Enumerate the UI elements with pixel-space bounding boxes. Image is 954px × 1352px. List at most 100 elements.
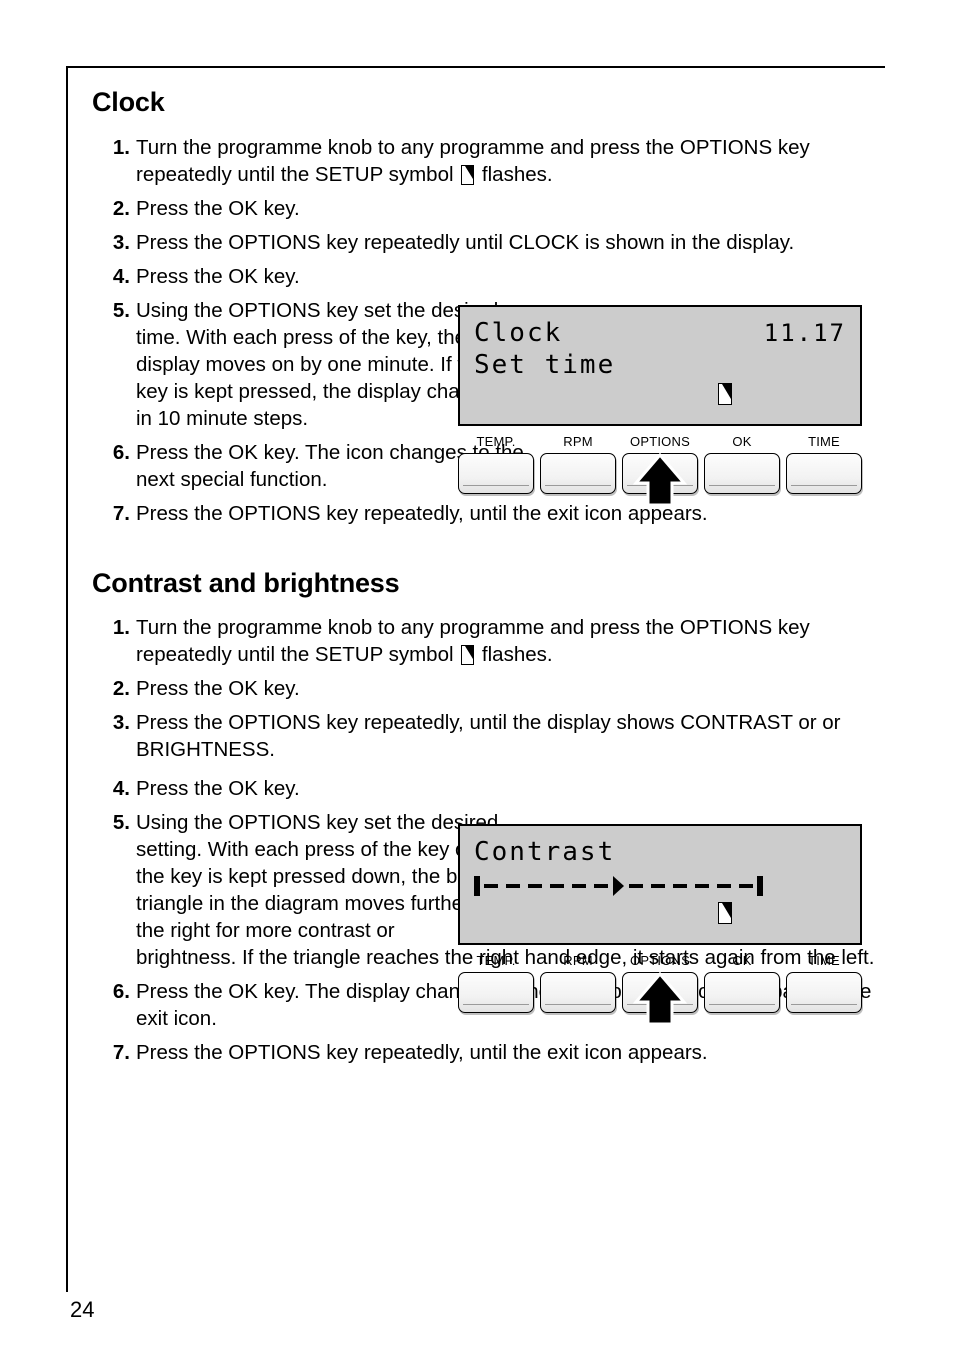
setup-icon <box>718 383 732 405</box>
page-title-contrast: Contrast and brightness <box>92 567 400 598</box>
step-text: Using the OPTIONS key set the desired ti… <box>136 298 505 430</box>
list-item: 4. Press the OK key. <box>92 775 882 802</box>
button-label-rpm: RPM <box>563 434 593 449</box>
button-cell-options: OPTIONS <box>622 953 698 1026</box>
button-label-temp: TEMP. <box>476 953 516 968</box>
step-number: 3. <box>112 711 130 735</box>
step-number: 1. <box>112 135 130 159</box>
page-number: 24 <box>70 1297 95 1322</box>
ok-button[interactable] <box>704 453 780 494</box>
button-label-time: TIME <box>808 434 840 449</box>
lcd-value-time: 11.17 <box>763 319 846 347</box>
step-number: 3. <box>112 230 130 254</box>
button-label-temp: TEMP. <box>476 434 516 449</box>
slider-dash <box>484 884 498 888</box>
button-label-rpm: RPM <box>563 953 593 968</box>
rpm-button[interactable] <box>540 453 616 494</box>
slider-dash <box>739 884 753 888</box>
step-number: 7. <box>112 501 130 525</box>
time-button[interactable] <box>786 972 862 1013</box>
temp-button[interactable] <box>458 972 534 1013</box>
step-number: 2. <box>112 677 130 701</box>
lcd-display-clock: Clock 11.17 Set time <box>458 305 862 426</box>
button-cell-time: TIME <box>786 953 862 1013</box>
button-label-ok: OK <box>732 434 752 449</box>
list-item: 1. Turn the programme knob to any progra… <box>92 134 882 188</box>
slider-right-endcap <box>757 876 763 896</box>
step-text: Press the OK key. <box>136 677 300 701</box>
step-number: 4. <box>112 264 130 288</box>
ok-button[interactable] <box>704 972 780 1013</box>
list-item: 2. Press the OK key. <box>92 195 882 222</box>
list-item: 2. Press the OK key. <box>92 675 882 702</box>
slider-dash <box>550 884 564 888</box>
contrast-device-illustration: Contrast TEMP. RPM OPTIONS OK TIME <box>458 824 862 1026</box>
step-number: 5. <box>112 811 130 835</box>
step-number: 1. <box>112 616 130 640</box>
step-text: Press the OK key. <box>136 264 300 288</box>
temp-button[interactable] <box>458 453 534 494</box>
button-label-options: OPTIONS <box>630 953 690 968</box>
list-item: 3. Press the OPTIONS key repeatedly, unt… <box>92 709 882 763</box>
lcd-setup-icon-slot <box>718 902 732 928</box>
slider-dash <box>651 884 665 888</box>
step-number: 2. <box>112 196 130 220</box>
step-text: Press the OPTIONS key repeatedly, until … <box>136 501 708 525</box>
lcd-label-set-time: Set time <box>474 350 616 380</box>
lcd-display-contrast: Contrast <box>458 824 862 945</box>
slider-triangle-marker <box>613 876 624 896</box>
page-top-rule <box>66 66 885 68</box>
page-title-clock: Clock <box>92 87 165 117</box>
lcd-label-contrast: Contrast <box>474 837 616 867</box>
step-text: Using the OPTIONS key set the desired se… <box>136 811 499 943</box>
step-text: Press the OK key. <box>136 777 300 801</box>
button-cell-temp: TEMP. <box>458 953 534 1013</box>
setup-icon <box>718 902 732 924</box>
button-cell-ok: OK <box>704 434 780 494</box>
time-button[interactable] <box>786 453 862 494</box>
step-text-after: flashes. <box>476 162 553 186</box>
step-text: Press the OPTIONS key repeatedly, until … <box>136 1041 708 1065</box>
button-cell-options: OPTIONS <box>622 434 698 507</box>
control-panel-buttons-contrast: TEMP. RPM OPTIONS OK TIME <box>458 953 862 1026</box>
contrast-slider-diagram <box>474 874 846 898</box>
button-label-ok: OK <box>732 953 752 968</box>
lcd-row-1: Clock 11.17 <box>474 317 846 349</box>
clock-device-illustration: Clock 11.17 Set time TEMP. RPM OPTIONS O… <box>458 305 862 507</box>
button-cell-temp: TEMP. <box>458 434 534 494</box>
options-button[interactable] <box>622 453 698 494</box>
lcd-label-clock: Clock <box>474 318 563 348</box>
step-text: Press the OPTIONS key repeatedly, until … <box>136 711 841 762</box>
step-number: 6. <box>112 980 130 1004</box>
slider-dash <box>629 884 643 888</box>
step-text: Press the OPTIONS key repeatedly until C… <box>136 230 795 254</box>
step-text: Turn the programme knob to any programme… <box>136 134 882 188</box>
button-cell-rpm: RPM <box>540 953 616 1013</box>
button-cell-time: TIME <box>786 434 862 494</box>
button-cell-ok: OK <box>704 953 780 1013</box>
slider-dash <box>717 884 731 888</box>
button-label-time: TIME <box>808 953 840 968</box>
slider-dash <box>594 884 608 888</box>
step-number: 6. <box>112 440 130 464</box>
button-label-options: OPTIONS <box>630 434 690 449</box>
options-button[interactable] <box>622 972 698 1013</box>
list-item: 3. Press the OPTIONS key repeatedly unti… <box>92 229 882 256</box>
setup-icon <box>461 645 475 666</box>
step-number: 5. <box>112 298 130 322</box>
step-text: Press the OK key. <box>136 196 300 220</box>
step-text: Turn the programme knob to any programme… <box>136 614 882 668</box>
list-item: 7. Press the OPTIONS key repeatedly, unt… <box>92 500 882 527</box>
step-text-after: flashes. <box>476 643 553 667</box>
slider-dash <box>673 884 687 888</box>
step-number: 7. <box>112 1041 130 1065</box>
lcd-setup-icon-slot <box>718 383 732 409</box>
slider-dash <box>572 884 586 888</box>
setup-icon <box>461 164 475 185</box>
slider-dash <box>695 884 709 888</box>
rpm-button[interactable] <box>540 972 616 1013</box>
control-panel-buttons-clock: TEMP. RPM OPTIONS OK TIME <box>458 434 862 507</box>
slider-dash <box>506 884 520 888</box>
step-number: 4. <box>112 777 130 801</box>
slider-left-endcap <box>474 876 480 896</box>
